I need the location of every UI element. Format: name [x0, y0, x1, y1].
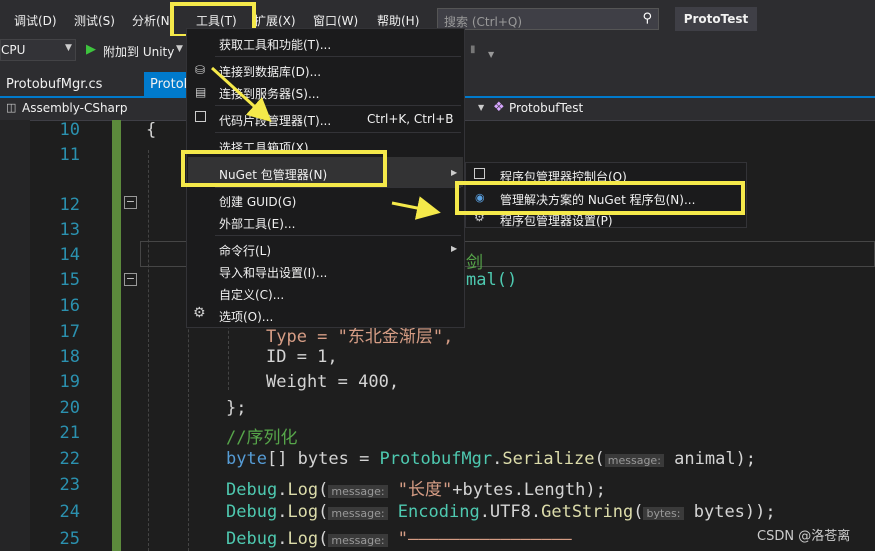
arrow-to-manage-nuget	[391, 196, 441, 220]
annotation-arrows	[210, 66, 441, 220]
watermark: CSDN @洛苍离	[757, 529, 851, 544]
arrow-to-nuget	[210, 66, 272, 123]
